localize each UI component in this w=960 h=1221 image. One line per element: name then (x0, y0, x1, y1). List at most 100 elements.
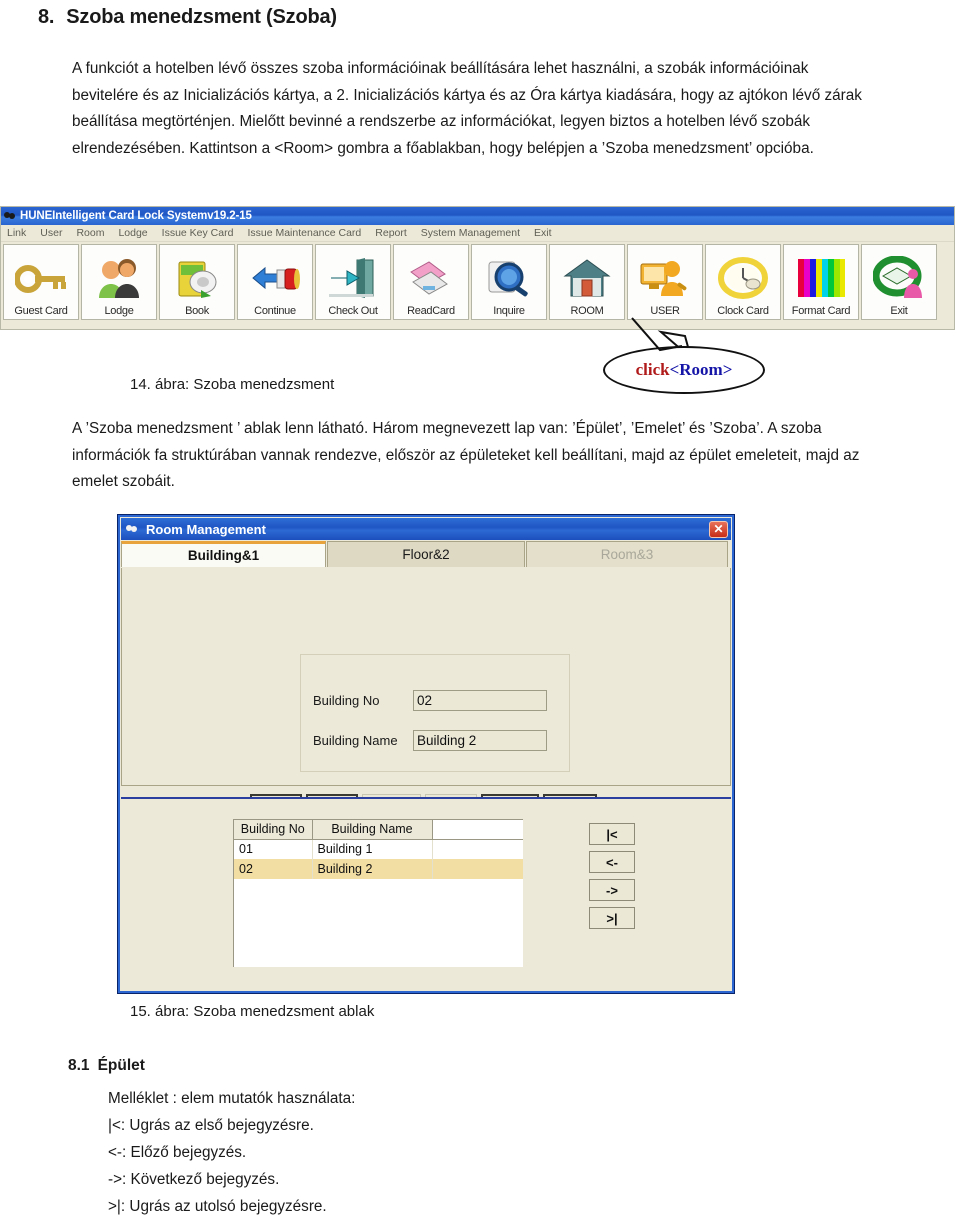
building-no-label: Building No (313, 692, 380, 708)
close-icon[interactable]: ✕ (709, 520, 728, 538)
callout-pointer-line (631, 317, 683, 352)
toolbar-label-readcard: ReadCard (407, 305, 455, 317)
appendix-intro: Melléklet : elem mutatók használata: (108, 1090, 356, 1107)
toolbar-button-format-card[interactable]: Format Card (783, 244, 859, 320)
toolbar-label-format-card: Format Card (791, 305, 851, 317)
exit-person-icon (871, 253, 927, 305)
table-header-row: Building No Building Name (234, 820, 523, 840)
book-card-icon (169, 253, 225, 305)
app-titlebar: HUNEIntelligent Card Lock Systemv19.2-15 (1, 207, 954, 225)
tab-room[interactable]: Room&3 (526, 541, 728, 567)
cell-building-name: Building 2 (312, 859, 433, 879)
read-card-icon (403, 253, 459, 305)
magnifier-icon (481, 253, 537, 305)
toolbar-button-inquire[interactable]: Inquire (471, 244, 547, 320)
toolbar-button-readcard[interactable]: ReadCard (393, 244, 469, 320)
app-logo-icon (126, 522, 141, 537)
toolbar-label-exit: Exit (890, 305, 908, 317)
exit-door-icon (325, 253, 381, 305)
page-title-text: Szoba menedzsment (Szoba) (66, 6, 337, 28)
dialog-body: Building&1 Floor&2 Room&3 Building No 02… (121, 541, 731, 991)
building-name-row: Building Name Building 2 (313, 727, 569, 753)
cell-filler (432, 859, 523, 879)
app-toolbar: Guest Card Lodge Book Continue Check Out… (1, 242, 954, 326)
tab-building[interactable]: Building&1 (121, 541, 326, 567)
dialog-title-text: Room Management (146, 521, 266, 537)
toolbar-button-lodge[interactable]: Lodge (81, 244, 157, 320)
menu-item-issue-key-card[interactable]: Issue Key Card (162, 227, 242, 239)
toolbar-button-guest-card[interactable]: Guest Card (3, 244, 79, 320)
dialog-tabstrip: Building&1 Floor&2 Room&3 (121, 541, 731, 567)
table-row[interactable]: 02 Building 2 (234, 859, 523, 879)
menu-item-user[interactable]: User (40, 227, 70, 239)
page-title: 8. Szoba menedzsment (Szoba) (38, 6, 337, 29)
appendix-line-previous: <-: Előző bejegyzés. (108, 1144, 247, 1161)
last-record-button[interactable]: >| (589, 907, 635, 929)
menu-item-link[interactable]: Link (7, 227, 34, 239)
menu-item-issue-maintenance-card[interactable]: Issue Maintenance Card (247, 227, 369, 239)
building-form-group: Building No 02 Building Name Building 2 (300, 654, 570, 772)
cell-building-no: 02 (234, 859, 313, 879)
cell-filler (432, 839, 523, 859)
intro-paragraph: A funkciót a hotelben lévő összes szoba … (72, 60, 862, 157)
toolbar-label-check-out: Check Out (328, 305, 378, 317)
middle-paragraph: A ’Szoba menedzsment ’ ablak lenn láthat… (72, 420, 860, 491)
menu-item-lodge[interactable]: Lodge (118, 227, 155, 239)
app-menubar: Link User Room Lodge Issue Key Card Issu… (1, 225, 954, 242)
section-heading-8-1: 8.1 Épület (68, 1057, 145, 1075)
menu-item-room[interactable]: Room (76, 227, 112, 239)
column-header-filler (432, 820, 523, 840)
section-number: 8.1 (68, 1057, 90, 1074)
house-icon (559, 253, 615, 305)
toolbar-button-book[interactable]: Book (159, 244, 235, 320)
toolbar-button-clock-card[interactable]: Clock Card (705, 244, 781, 320)
toolbar-label-book: Book (185, 305, 209, 317)
callout-target-text: <Room> (669, 360, 733, 379)
color-bars-icon (793, 253, 849, 305)
callout-click-text: click (635, 360, 670, 379)
column-header-building-name: Building Name (312, 820, 433, 840)
app-title-text: HUNEIntelligent Card Lock Systemv19.2-15 (20, 210, 252, 222)
building-no-input[interactable]: 02 (413, 689, 547, 711)
toolbar-button-room[interactable]: ROOM (549, 244, 625, 320)
tab-floor[interactable]: Floor&2 (327, 541, 525, 567)
building-tab-panel: Building No 02 Building Name Building 2 … (121, 568, 731, 816)
appendix-line-first: |<: Ugrás az első bejegyzésre. (108, 1117, 314, 1134)
app-logo-icon (4, 210, 17, 223)
menu-item-system-management[interactable]: System Management (421, 227, 528, 239)
toolbar-button-continue[interactable]: Continue (237, 244, 313, 320)
people-icon (91, 253, 147, 305)
building-no-row: Building No 02 (313, 687, 569, 713)
figure-15-caption: 15. ábra: Szoba menedzsment ablak (130, 1003, 375, 1020)
toolbar-label-clock-card: Clock Card (717, 305, 769, 317)
building-name-input[interactable]: Building 2 (413, 729, 547, 751)
toolbar-button-exit[interactable]: Exit (861, 244, 937, 320)
clock-icon (715, 253, 771, 305)
toolbar-button-check-out[interactable]: Check Out (315, 244, 391, 320)
building-grid[interactable]: Building No Building Name 01 Building 1 (233, 819, 523, 967)
key-icon (13, 253, 69, 305)
next-record-button[interactable]: -> (589, 879, 635, 901)
toolbar-label-inquire: Inquire (493, 305, 525, 317)
page-title-number: 8. (38, 6, 55, 28)
menu-item-exit[interactable]: Exit (534, 227, 560, 239)
record-navigation-buttons: |< <- -> >| (589, 823, 635, 929)
dialog-titlebar: Room Management ✕ (121, 518, 731, 540)
appendix-line-next: ->: Következő bejegyzés. (108, 1171, 280, 1188)
toolbar-label-room: ROOM (570, 305, 604, 317)
table-row[interactable]: 01 Building 1 (234, 839, 523, 859)
previous-record-button[interactable]: <- (589, 851, 635, 873)
figure-14-caption: 14. ábra: Szoba menedzsment (130, 376, 335, 393)
toolbar-label-guest-card: Guest Card (14, 305, 68, 317)
toolbar-button-user[interactable]: USER (627, 244, 703, 320)
user-monitor-icon (637, 253, 693, 305)
building-list-panel: Building No Building Name 01 Building 1 (121, 797, 731, 991)
cell-building-no: 01 (234, 839, 313, 859)
toolbar-label-lodge: Lodge (104, 305, 134, 317)
column-header-building-no: Building No (234, 820, 313, 840)
room-management-dialog: Room Management ✕ Building&1 Floor&2 Roo… (117, 514, 735, 994)
arrow-extend-icon (247, 253, 303, 305)
first-record-button[interactable]: |< (589, 823, 635, 845)
menu-item-report[interactable]: Report (375, 227, 415, 239)
toolbar-label-continue: Continue (254, 305, 296, 317)
